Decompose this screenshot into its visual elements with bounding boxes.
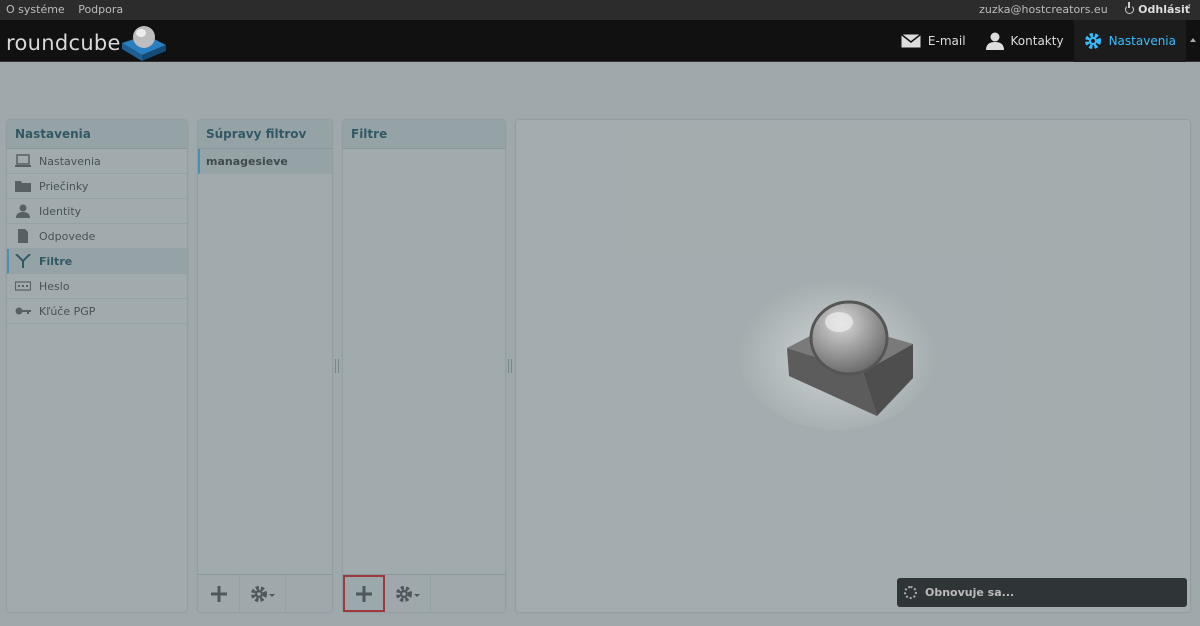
about-link[interactable]: O systéme (6, 3, 65, 16)
nav-settings[interactable]: Nastavenia (1073, 20, 1186, 62)
key-icon (15, 307, 31, 315)
plus-icon (355, 585, 372, 602)
filter-set-actions-button[interactable] (240, 575, 286, 612)
nav-mail[interactable]: E-mail (891, 20, 976, 62)
sidebar-item-folders[interactable]: Priečinky (7, 174, 187, 199)
nav-contacts[interactable]: Kontakty (976, 20, 1074, 62)
nav-contacts-label: Kontakty (1010, 34, 1064, 48)
user-email: zuzka@hostcreators.eu (979, 3, 1108, 16)
logout-button[interactable]: Odhlásiť (1125, 2, 1190, 16)
sidebar-item-responses[interactable]: Odpovede (7, 224, 187, 249)
settings-sections-panel: Nastavenia Nastavenia Priečinky Identity… (7, 120, 187, 612)
spinner-icon (904, 586, 917, 599)
sidebar-item-label: Odpovede (39, 230, 96, 243)
sidebar-item-label: Nastavenia (39, 155, 101, 168)
nav-collapse-caret-icon[interactable] (1190, 38, 1196, 42)
splitter-handle[interactable] (508, 359, 512, 373)
filters-panel: Filtre (343, 120, 505, 612)
sidebar-item-label: Filtre (39, 255, 73, 268)
sidebar-item-identities[interactable]: Identity (7, 199, 187, 224)
nav-mail-label: E-mail (927, 34, 966, 48)
person-icon (16, 204, 30, 218)
logo-text: roundcube (6, 31, 121, 55)
sidebar-item-filters[interactable]: Filtre (7, 249, 187, 274)
gear-menu-icon (395, 585, 420, 602)
filters-title: Filtre (343, 120, 505, 149)
status-text: Obnovuje sa... (925, 586, 1015, 599)
person-icon (985, 32, 1004, 50)
password-icon (15, 281, 31, 291)
sidebar-item-pgp-keys[interactable]: Kľúče PGP (7, 299, 187, 324)
filter-sets-toolbar (198, 574, 332, 612)
sidebar-item-label: Kľúče PGP (39, 305, 96, 318)
add-filter-button[interactable] (343, 575, 385, 612)
settings-panel-title: Nastavenia (7, 120, 187, 149)
main-nav: E-mail Kontakty Nastavenia (891, 20, 1186, 62)
splitter-handle[interactable] (335, 359, 339, 373)
logout-label: Odhlásiť (1138, 3, 1190, 16)
gear-menu-icon (250, 585, 275, 602)
envelope-icon (900, 34, 921, 48)
status-message: Obnovuje sa... (897, 578, 1187, 607)
plus-icon (210, 585, 227, 602)
filter-actions-button[interactable] (385, 575, 431, 612)
add-filter-set-button[interactable] (198, 575, 240, 612)
laptop-icon (15, 154, 31, 167)
filter-icon (15, 254, 31, 268)
filters-toolbar (343, 574, 505, 612)
top-bar: O systéme Podpora zuzka@hostcreators.eu … (0, 0, 1200, 20)
sidebar-item-label: Priečinky (39, 180, 89, 193)
sidebar-item-label: Heslo (39, 280, 70, 293)
logo-cube-icon (122, 26, 166, 61)
sidebar-item-preferences[interactable]: Nastavenia (7, 149, 187, 174)
header: roundcube E-mail Kontakty Nastavenia (0, 20, 1200, 62)
folder-icon (15, 181, 31, 192)
nav-settings-label: Nastavenia (1108, 34, 1176, 48)
document-icon (18, 229, 28, 243)
sidebar-item-label: Identity (39, 205, 82, 218)
sidebar-item-password[interactable]: Heslo (7, 274, 187, 299)
filter-set-item[interactable]: managesieve (198, 149, 332, 174)
roundcube-watermark-icon (737, 270, 937, 430)
power-icon (1125, 2, 1135, 14)
gear-icon (1084, 32, 1102, 50)
filter-sets-panel: Súpravy filtrov managesieve (198, 120, 332, 612)
support-link[interactable]: Podpora (78, 3, 123, 16)
filter-sets-title: Súpravy filtrov (198, 120, 332, 149)
